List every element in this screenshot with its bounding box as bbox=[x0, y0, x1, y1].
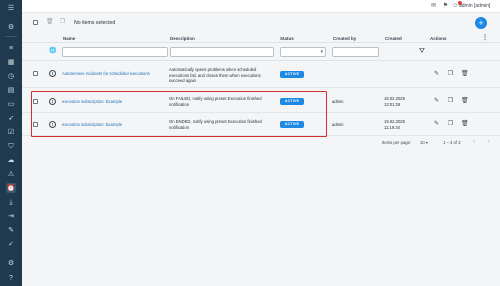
chevron-left-icon[interactable]: ‹ bbox=[473, 139, 475, 145]
column-status[interactable]: Status bbox=[280, 36, 294, 41]
gear-icon[interactable]: ⚙ bbox=[6, 258, 16, 268]
list-icon[interactable]: ≡ bbox=[6, 43, 16, 53]
add-button[interactable]: + bbox=[475, 17, 487, 29]
grid-icon[interactable]: ▦ bbox=[6, 57, 16, 67]
menu-icon[interactable]: ☰ bbox=[6, 3, 16, 13]
row-description: Automatically opens problems when schedu… bbox=[169, 67, 274, 84]
description-line: succeed again bbox=[169, 78, 197, 84]
delete-icon[interactable]: 🗑 bbox=[461, 121, 469, 128]
edit-icon[interactable]: ✎ bbox=[433, 71, 440, 78]
row-created-by: admin bbox=[332, 122, 344, 127]
selection-status: No items selected bbox=[74, 20, 116, 26]
status-badge: ACTIVE bbox=[280, 71, 304, 78]
export-icon[interactable]: ⇥ bbox=[6, 211, 16, 221]
toolbar: 🗑 ❐ No items selected + bbox=[22, 13, 500, 33]
status-filter-select[interactable]: ▾ bbox=[280, 47, 326, 57]
main-content: 🗑 ❐ No items selected + Name Description… bbox=[22, 13, 500, 286]
row-description: On ENDED, notify using preset Execution … bbox=[169, 119, 274, 130]
help-icon[interactable]: ? bbox=[6, 273, 16, 283]
document-icon[interactable]: ▤ bbox=[6, 85, 16, 95]
row-description: On FAILED, notify using preset Execution… bbox=[169, 96, 274, 107]
sidebar-divider bbox=[5, 36, 17, 37]
description-line: On FAILED, notify using preset Execution… bbox=[169, 96, 262, 101]
column-description[interactable]: Description bbox=[170, 36, 195, 41]
checklist-icon[interactable]: ☑ bbox=[6, 127, 16, 137]
edit-icon[interactable]: ✎ bbox=[6, 225, 16, 235]
sidebar: ☰ ⚙ ≡ ▦ ◷ ▤ ▭ ➶ ☑ ⛉ ☁ ⚠ ⏰ ⤓ ⇥ ✎ ✓ ⚙ ? bbox=[0, 0, 22, 286]
chat-icon[interactable]: ✉ bbox=[430, 3, 437, 10]
row-name-link[interactable]: Autoremove incidents for scheduled execu… bbox=[62, 71, 150, 76]
table-row[interactable]: ! execution subscription: Example On END… bbox=[22, 114, 500, 136]
clock-icon[interactable]: ◷ bbox=[6, 71, 16, 81]
created-time: 11:19:34 bbox=[384, 124, 400, 130]
column-name[interactable]: Name bbox=[63, 36, 75, 41]
row-name-link[interactable]: execution subscription: Example bbox=[62, 99, 122, 104]
copy-icon[interactable]: ❐ bbox=[447, 71, 454, 78]
copy-icon[interactable]: ❐ bbox=[447, 121, 454, 128]
edit-icon[interactable]: ✎ bbox=[433, 98, 440, 105]
edit-icon[interactable]: ✎ bbox=[433, 121, 440, 128]
check-icon[interactable]: ✓ bbox=[6, 239, 16, 249]
chevron-down-icon: ▾ bbox=[425, 140, 428, 145]
column-created[interactable]: Created bbox=[385, 36, 402, 41]
info-icon[interactable]: ! bbox=[49, 121, 56, 128]
pagination: Items per page: 10 ▾ 1 – 3 of 3 ‹ › bbox=[22, 138, 500, 148]
delete-icon[interactable]: 🗑 bbox=[461, 98, 469, 105]
delete-icon[interactable]: 🗑 bbox=[461, 71, 469, 78]
alarm-icon[interactable]: ⏰ bbox=[6, 183, 16, 193]
status-badge: ACTIVE bbox=[280, 121, 304, 128]
copy-icon[interactable]: ❐ bbox=[447, 98, 454, 105]
description-line: notification bbox=[169, 101, 190, 107]
row-created: 18.02.2025 13:01:26 bbox=[384, 96, 405, 107]
user-icon[interactable]: ☺ bbox=[452, 3, 459, 10]
chevron-down-icon: ▾ bbox=[320, 49, 323, 55]
items-per-page-label: Items per page: bbox=[382, 140, 412, 145]
row-checkbox[interactable] bbox=[33, 99, 38, 104]
items-per-page-select[interactable]: 10 ▾ bbox=[420, 140, 428, 145]
bookmark-icon[interactable]: ⚑ bbox=[442, 3, 449, 10]
top-bar: ✉ ⚑ ☺ admin [admin] bbox=[22, 0, 500, 13]
status-badge: ACTIVE bbox=[280, 98, 304, 105]
items-per-page-value: 10 bbox=[420, 140, 425, 145]
globe-icon[interactable]: 🌐 bbox=[49, 48, 56, 55]
row-name-link[interactable]: execution subscription: Example bbox=[62, 122, 122, 127]
download-icon[interactable]: ⤓ bbox=[6, 197, 16, 207]
description-filter-input[interactable] bbox=[170, 47, 274, 57]
filter-icon[interactable]: ⛛ bbox=[418, 47, 426, 56]
row-checkbox[interactable] bbox=[33, 122, 38, 127]
created-date: 18.02.2025 bbox=[384, 96, 405, 101]
settings-icon[interactable]: ⚙ bbox=[6, 22, 16, 32]
rocket-icon[interactable]: ➶ bbox=[6, 113, 16, 123]
cloud-icon[interactable]: ☁ bbox=[6, 155, 16, 165]
column-actions: Actions bbox=[430, 36, 447, 41]
table-row[interactable]: ! execution subscription: Example On FAI… bbox=[22, 91, 500, 113]
table-header: Name Description Status Created by Creat… bbox=[22, 33, 500, 43]
file-icon[interactable]: ▭ bbox=[6, 99, 16, 109]
more-options-icon[interactable]: ⋮ bbox=[482, 34, 488, 41]
description-line: notification bbox=[169, 124, 190, 130]
column-created-by[interactable]: Created by bbox=[333, 36, 356, 41]
select-all-checkbox[interactable] bbox=[33, 20, 38, 25]
copy-icon[interactable]: ❐ bbox=[59, 19, 66, 26]
info-icon[interactable]: ! bbox=[49, 98, 56, 105]
range-text: 1 – 3 of 3 bbox=[443, 140, 461, 145]
name-filter-input[interactable] bbox=[62, 47, 168, 57]
row-created-by: admin bbox=[332, 99, 344, 104]
user-label[interactable]: admin [admin] bbox=[459, 3, 490, 9]
created-by-filter-input[interactable] bbox=[332, 47, 379, 57]
created-date: 19.02.2025 bbox=[384, 119, 405, 124]
table-row[interactable]: ! Autoremove incidents for scheduled exe… bbox=[22, 61, 500, 88]
shield-icon[interactable]: ⛉ bbox=[6, 141, 16, 151]
description-line: On ENDED, notify using preset Execution … bbox=[169, 119, 262, 124]
delete-icon[interactable]: 🗑 bbox=[46, 19, 54, 26]
row-created: 19.02.2025 11:19:34 bbox=[384, 119, 405, 130]
filter-row: 🌐 ▾ ⛛ bbox=[22, 43, 500, 61]
created-time: 13:01:26 bbox=[384, 101, 401, 107]
row-checkbox[interactable] bbox=[33, 71, 38, 76]
info-icon[interactable]: ! bbox=[49, 70, 56, 77]
warning-icon[interactable]: ⚠ bbox=[6, 169, 16, 179]
chevron-right-icon[interactable]: › bbox=[488, 139, 490, 145]
